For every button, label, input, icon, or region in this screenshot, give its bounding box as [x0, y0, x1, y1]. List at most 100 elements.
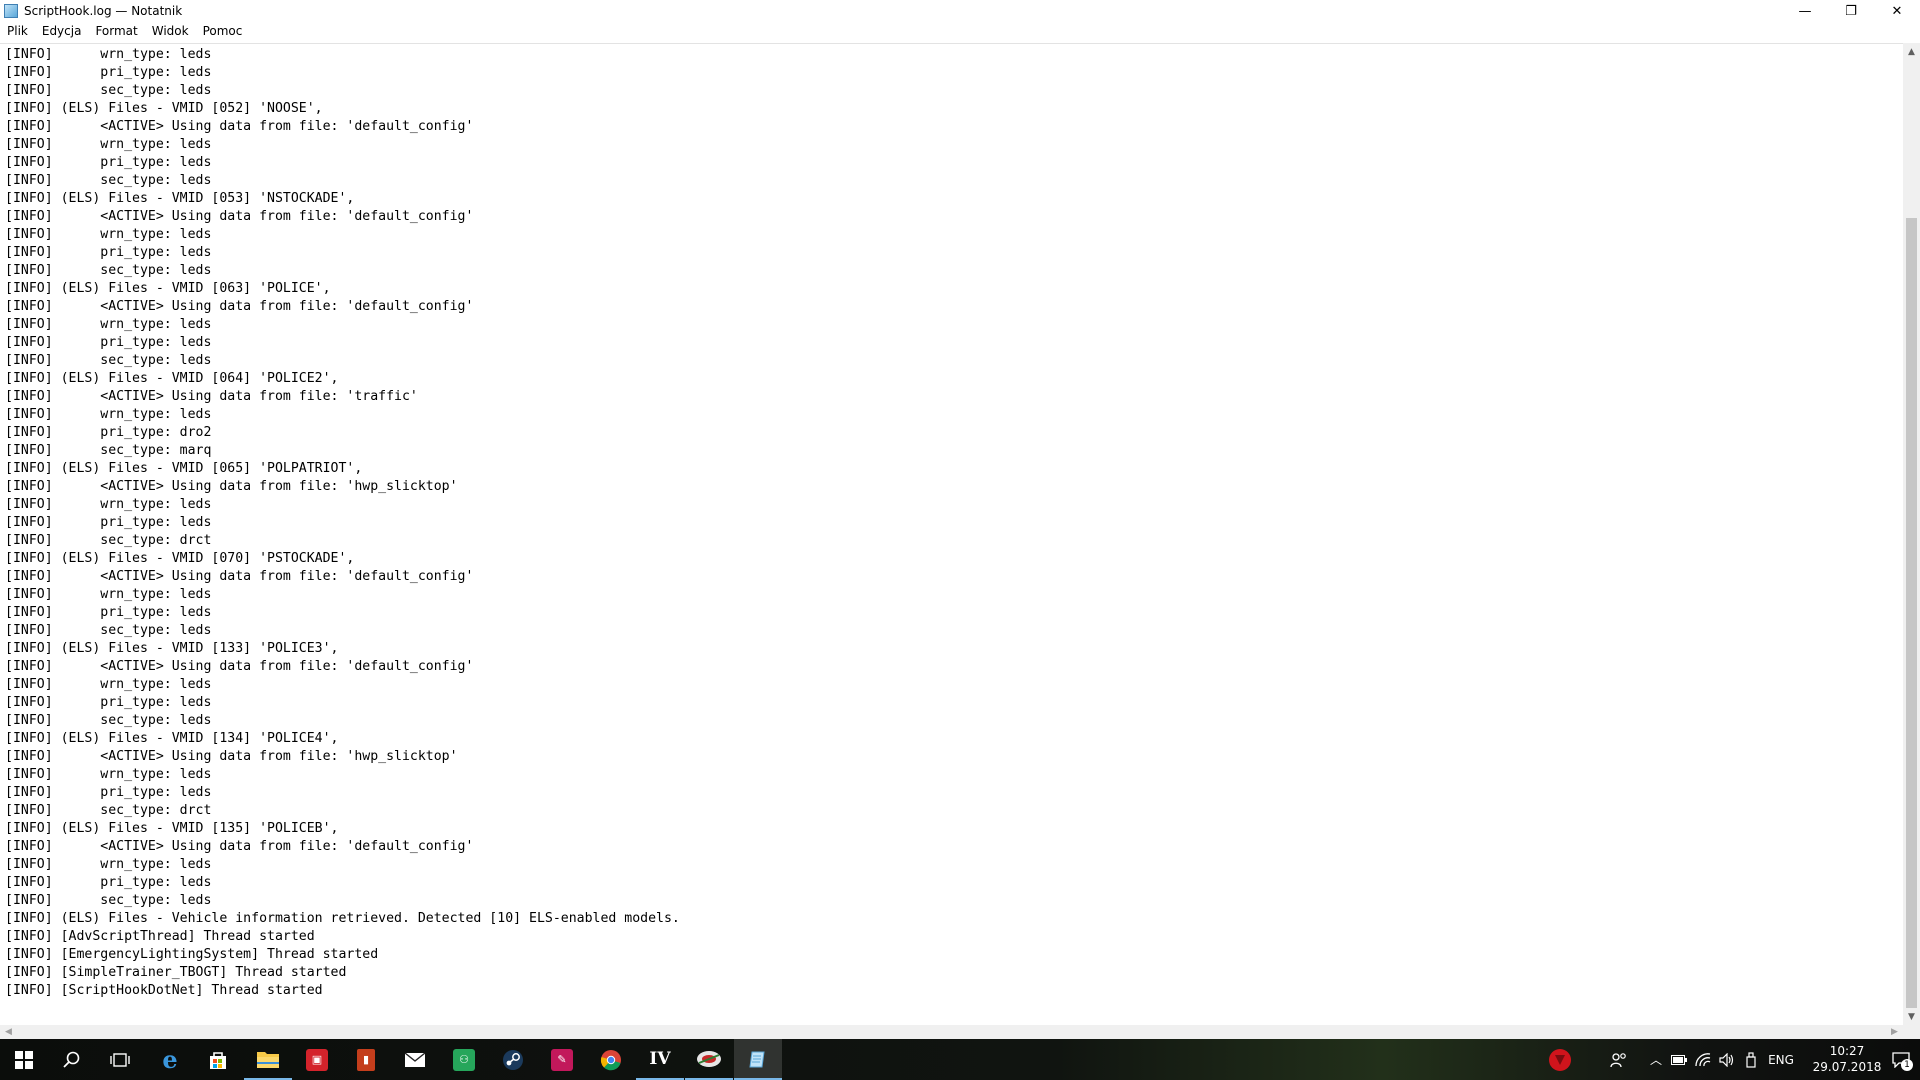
taskbar-steam[interactable]: [489, 1039, 537, 1080]
close-icon: ✕: [1891, 3, 1903, 19]
taskbar-file-explorer[interactable]: [244, 1039, 292, 1080]
taskbar-pink-app[interactable]: ✎: [538, 1039, 586, 1080]
task-view-icon: [110, 1052, 130, 1067]
windows-start-icon: [15, 1050, 33, 1069]
log-line: [INFO] (ELS) Files - VMID [052] 'NOOSE',: [5, 101, 323, 116]
taskbar-notepad[interactable]: [734, 1039, 782, 1080]
usb-device-icon: [1746, 1051, 1756, 1068]
maximize-button[interactable]: ❐: [1828, 0, 1874, 22]
log-line: [INFO] (ELS) Files - VMID [070] 'PSTOCKA…: [5, 551, 355, 566]
mod-tool-icon: [697, 1050, 721, 1067]
notepad-icon: [749, 1051, 765, 1067]
notification-count-badge: 1: [1901, 1059, 1913, 1071]
search-button[interactable]: [48, 1039, 96, 1080]
log-text[interactable]: [INFO] wrn_type: leds [INFO] pri_type: le…: [0, 44, 1903, 1000]
tray-people[interactable]: [1604, 1039, 1634, 1080]
close-button[interactable]: ✕: [1874, 0, 1920, 22]
log-line: [INFO] <ACTIVE> Using data from file: 'd…: [5, 299, 474, 314]
taskbar-mail[interactable]: [391, 1039, 439, 1080]
pink-app-icon: ✎: [551, 1048, 573, 1071]
log-line: [INFO] sec_type: leds: [5, 623, 212, 638]
gaming-app-icon: ⚇: [453, 1048, 475, 1071]
log-line: [INFO] <ACTIVE> Using data from file: 'd…: [5, 659, 474, 674]
log-line: [INFO] sec_type: leds: [5, 893, 212, 908]
window-title: ScriptHook.log — Notatnik: [24, 4, 183, 18]
clock-time: 10:27: [1829, 1044, 1865, 1058]
tray-language[interactable]: ENG: [1764, 1039, 1798, 1080]
taskbar-store[interactable]: [194, 1039, 242, 1080]
log-line: [INFO] <ACTIVE> Using data from file: 'h…: [5, 479, 458, 494]
taskbar-gaming-app[interactable]: ⚇: [440, 1039, 488, 1080]
log-line: [INFO] pri_type: dro2: [5, 425, 212, 440]
battery-icon: [1671, 1054, 1687, 1065]
minimize-button[interactable]: —: [1782, 0, 1828, 22]
scroll-left-button[interactable]: ◀: [0, 1025, 17, 1039]
language-indicator: ENG: [1768, 1052, 1794, 1067]
notepad-app-icon: [4, 4, 18, 18]
log-line: [INFO] pri_type: leds: [5, 785, 212, 800]
log-line: [INFO] wrn_type: leds: [5, 317, 212, 332]
store-icon: [210, 1051, 226, 1069]
menu-edycja[interactable]: Edycja: [35, 22, 89, 41]
log-line: [INFO] wrn_type: leds: [5, 677, 212, 692]
iv-game-icon: IV: [649, 1048, 671, 1069]
log-line: [INFO] (ELS) Files - VMID [065] 'POLPATR…: [5, 461, 363, 476]
taskbar-red-app[interactable]: ▣: [293, 1039, 341, 1080]
restore-icon: ❐: [1845, 3, 1857, 19]
search-icon: [63, 1051, 80, 1068]
edge-browser-icon: e: [162, 1044, 178, 1074]
start-button[interactable]: [0, 1039, 48, 1080]
log-line: [INFO] [AdvScriptThread] Thread started: [5, 929, 315, 944]
text-editor[interactable]: [INFO] wrn_type: leds [INFO] pri_type: le…: [0, 43, 1903, 1026]
menu-format[interactable]: Format: [88, 22, 144, 41]
tray-battery[interactable]: [1668, 1039, 1690, 1080]
menu-widok[interactable]: Widok: [145, 22, 196, 41]
scroll-right-button[interactable]: ▶: [1886, 1025, 1903, 1039]
log-line: [INFO] (ELS) Files - VMID [063] 'POLICE'…: [5, 281, 331, 296]
file-explorer-icon: [257, 1051, 279, 1068]
vertical-scroll-thumb[interactable]: [1906, 218, 1917, 1008]
log-line: [INFO] (ELS) Files - VMID [134] 'POLICE4…: [5, 731, 339, 746]
people-icon: [1610, 1052, 1626, 1067]
red-tray-app-icon: [1549, 1048, 1571, 1071]
log-line: [INFO] pri_type: leds: [5, 155, 212, 170]
taskbar-iv-game[interactable]: IV: [636, 1039, 684, 1080]
scroll-down-button[interactable]: ▼: [1903, 1008, 1920, 1025]
scroll-up-button[interactable]: ▲: [1903, 43, 1920, 60]
tray-clock[interactable]: 10:27 29.07.2018: [1812, 1043, 1882, 1075]
log-line: [INFO] (ELS) Files - Vehicle information…: [5, 911, 680, 926]
taskbar-mod-tool[interactable]: [685, 1039, 733, 1080]
vertical-scrollbar[interactable]: ▲ ▼: [1903, 43, 1920, 1025]
log-line: [INFO] <ACTIVE> Using data from file: 'h…: [5, 749, 458, 764]
menu-pomoc[interactable]: Pomoc: [196, 22, 250, 41]
title-bar: ScriptHook.log — Notatnik — ❐ ✕: [0, 0, 1920, 22]
action-center-button[interactable]: 1: [1882, 1039, 1920, 1080]
chevron-up-icon: ︿: [1649, 1053, 1662, 1067]
chevron-right-icon: ▶: [1891, 1027, 1898, 1037]
taskbar-office[interactable]: ▮: [342, 1039, 390, 1080]
menu-plik[interactable]: Plik: [0, 22, 35, 41]
scrollbar-corner: [1903, 1025, 1920, 1039]
tray-volume[interactable]: [1716, 1039, 1738, 1080]
tray-usb[interactable]: [1740, 1039, 1762, 1080]
task-view-button[interactable]: [96, 1039, 144, 1080]
log-line: [INFO] [EmergencyLightingSystem] Thread …: [5, 947, 379, 962]
log-line: [INFO] wrn_type: leds: [5, 227, 212, 242]
tray-show-hidden[interactable]: ︿: [1645, 1039, 1667, 1080]
log-line: [INFO] pri_type: leds: [5, 245, 212, 260]
log-line: [INFO] wrn_type: leds: [5, 587, 212, 602]
log-line: [INFO] (ELS) Files - VMID [135] 'POLICEB…: [5, 821, 339, 836]
chrome-icon: [600, 1049, 621, 1070]
log-line: [INFO] sec_type: leds: [5, 263, 212, 278]
horizontal-scrollbar[interactable]: ◀ ▶: [0, 1025, 1903, 1039]
log-line: [INFO] wrn_type: leds: [5, 497, 212, 512]
log-line: [INFO] [ScriptHookDotNet] Thread started: [5, 983, 323, 998]
log-line: [INFO] (ELS) Files - VMID [133] 'POLICE3…: [5, 641, 339, 656]
tray-network[interactable]: [1692, 1039, 1714, 1080]
taskbar-edge[interactable]: e: [146, 1039, 194, 1080]
log-line: [INFO] wrn_type: leds: [5, 407, 212, 422]
tray-red-app[interactable]: [1542, 1039, 1578, 1080]
minimize-icon: —: [1798, 3, 1812, 19]
taskbar-chrome[interactable]: [587, 1039, 635, 1080]
log-line: [INFO] sec_type: leds: [5, 353, 212, 368]
